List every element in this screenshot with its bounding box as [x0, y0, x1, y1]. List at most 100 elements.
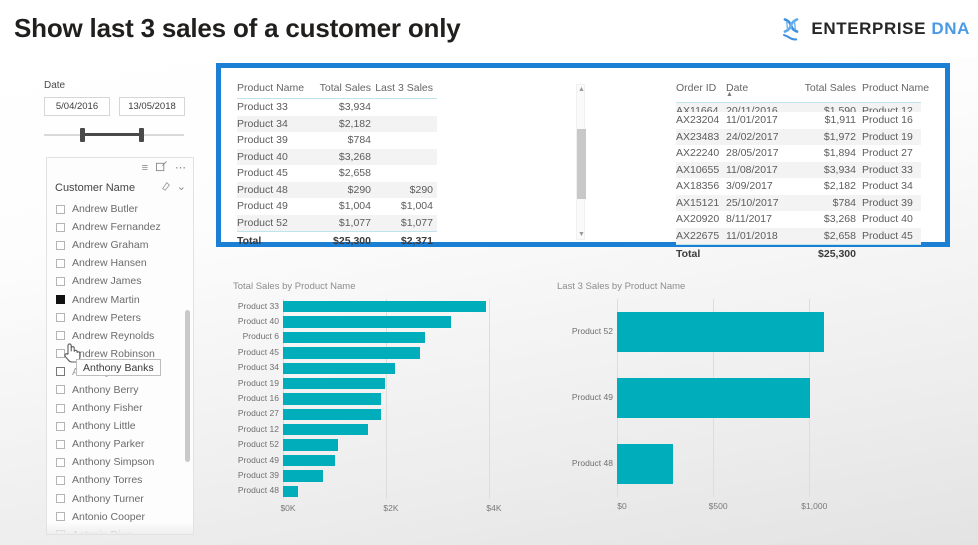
cell-product-name: Product 19 [862, 130, 913, 143]
col-header-date[interactable]: Date ▲ [726, 82, 794, 98]
table-row[interactable]: AX20920 8/11/2017 $3,268 Product 40 [676, 211, 921, 228]
checkbox-icon[interactable] [56, 421, 65, 431]
chart-bar[interactable] [283, 377, 385, 390]
date-slicer[interactable]: Date 5/04/2016 13/05/2018 [44, 80, 194, 142]
slicer-item-anthony-fisher[interactable]: Anthony Fisher [47, 399, 193, 417]
chart-last-3-sales-by-product[interactable]: Last 3 Sales by Product Name Product 52 P… [557, 281, 957, 531]
checkbox-icon[interactable] [56, 457, 65, 467]
table-row[interactable]: Product 34 $2,182 [237, 115, 437, 132]
slicer-item-andrew-martin[interactable]: Andrew Martin [47, 290, 193, 308]
table-product-sales[interactable]: Product Name Total Sales Last 3 Sales Pr… [237, 82, 437, 249]
col-header-total-sales[interactable]: Total Sales [794, 82, 856, 98]
table-row[interactable]: Product 39 $784 [237, 132, 437, 149]
cell-order-id: AX22240 [676, 147, 720, 159]
slicer-item-andrew-fernandez[interactable]: Andrew Fernandez [47, 218, 193, 236]
chart-bar[interactable] [283, 301, 486, 313]
slicer-item-andrew-graham[interactable]: Andrew Graham [47, 236, 193, 254]
chart-bar[interactable] [283, 454, 335, 467]
cell-date: 24/02/2017 [726, 130, 779, 143]
checkbox-icon[interactable] [56, 240, 65, 250]
slicer-item-anthony-berry[interactable]: Anthony Berry [47, 381, 193, 399]
slicer-item-anthony-little[interactable]: Anthony Little [47, 417, 193, 435]
slicer-item-andrew-peters[interactable]: Andrew Peters [47, 309, 193, 327]
chart-bar[interactable] [283, 485, 298, 497]
table-row[interactable]: AX18356 3/09/2017 $2,182 Product 34 [676, 178, 921, 195]
slicer-item-andrew-butler[interactable]: Andrew Butler [47, 200, 193, 218]
slicer-scrollbar-thumb[interactable] [185, 310, 190, 462]
table-row-clipped[interactable]: AX11664 20/11/2016 $1,590 Product 12 [676, 103, 921, 112]
chart-bar[interactable] [283, 424, 368, 436]
date-start-input[interactable]: 5/04/2016 [44, 97, 110, 116]
chart-bar[interactable] [283, 470, 324, 482]
focus-mode-icon[interactable] [156, 161, 167, 175]
checkbox-icon[interactable] [56, 512, 65, 522]
checkbox-icon[interactable] [56, 204, 65, 214]
checkbox-icon[interactable] [56, 367, 65, 377]
table-row[interactable]: Product 45 $2,658 [237, 165, 437, 182]
chart-bar[interactable] [283, 393, 382, 405]
checkbox-icon[interactable] [56, 494, 65, 504]
more-options-icon[interactable]: ⋯ [175, 162, 186, 174]
slicer-item-andrew-james[interactable]: Andrew James [47, 272, 193, 290]
checkbox-icon[interactable] [56, 475, 65, 485]
table-order-detail[interactable]: Order ID Date ▲ Total Sales Product Name… [676, 82, 929, 262]
hamburger-icon[interactable]: ≡ [142, 162, 148, 174]
chart-bar[interactable] [283, 347, 420, 359]
checkbox-icon[interactable] [56, 439, 65, 449]
cell-order-id: AX10655 [676, 163, 720, 176]
date-range-slider[interactable] [44, 128, 194, 142]
table-row[interactable]: Product 49 $1,004 $1,004 [237, 198, 437, 215]
slider-handle-start[interactable] [80, 128, 85, 142]
scroll-down-arrow-icon[interactable]: ▼ [577, 230, 586, 239]
checkbox-icon[interactable] [56, 258, 65, 268]
checkbox-icon[interactable] [56, 313, 65, 323]
cell-order-id: AX23204 [676, 114, 720, 126]
chart-bar[interactable] [283, 316, 452, 328]
slicer-item-anthony-parker[interactable]: Anthony Parker [47, 435, 193, 453]
col-header-last-3-sales[interactable]: Last 3 Sales [371, 82, 433, 94]
table-body: Product 33 $3,934 Product 34 $2,182 Product … [237, 99, 437, 231]
checkbox-icon[interactable] [56, 276, 65, 286]
checkbox-icon[interactable] [56, 222, 65, 232]
checkbox-icon[interactable] [56, 295, 65, 305]
table-row[interactable]: Product 48 $290 $290 [237, 181, 437, 198]
checkbox-icon[interactable] [56, 385, 65, 395]
slicer-item-anthony-torres[interactable]: Anthony Torres [47, 471, 193, 489]
slicer-item-andrew-hansen[interactable]: Andrew Hansen [47, 254, 193, 272]
slicer-item-anthony-simpson[interactable]: Anthony Simpson [47, 453, 193, 471]
chart-total-sales-by-product[interactable]: Total Sales by Product Name Product 33 Pr… [233, 281, 533, 526]
cell-total-sales: $1,077 [338, 216, 371, 229]
scroll-up-arrow-icon[interactable]: ▲ [577, 85, 586, 94]
checkbox-icon[interactable] [56, 403, 65, 413]
date-end-input[interactable]: 13/05/2018 [119, 97, 185, 116]
chevron-down-icon[interactable]: ⌄ [177, 182, 186, 193]
cell-total-sales: $2,658 [338, 167, 371, 179]
chart-bar[interactable] [283, 362, 396, 374]
col-header-product-name[interactable]: Product Name [856, 82, 929, 98]
slider-handle-end[interactable] [139, 128, 144, 142]
col-header-order-id[interactable]: Order ID [676, 82, 726, 98]
table-row[interactable]: Product 52 $1,077 $1,077 [237, 214, 437, 231]
chart-title: Total Sales by Product Name [233, 281, 356, 292]
chart-bar[interactable] [617, 443, 673, 485]
col-header-total-sales[interactable]: Total Sales [311, 82, 371, 94]
slicer-item-anthony-turner[interactable]: Anthony Turner [47, 490, 193, 508]
table-row[interactable]: Product 33 $3,934 [237, 99, 437, 116]
checkbox-icon[interactable] [56, 331, 65, 341]
table-row[interactable]: AX15121 25/10/2017 $784 Product 39 [676, 194, 921, 211]
col-header-product-name[interactable]: Product Name [237, 82, 311, 94]
table-row[interactable]: AX23204 11/01/2017 $1,911 Product 16 [676, 112, 921, 129]
scrollbar-thumb[interactable] [577, 129, 586, 199]
table-row[interactable]: Product 40 $3,268 [237, 148, 437, 165]
table-scrollbar[interactable]: ▲ ▼ [576, 84, 586, 240]
table-row[interactable]: AX10655 11/08/2017 $3,934 Product 33 [676, 161, 921, 178]
table-row[interactable]: AX22240 28/05/2017 $1,894 Product 27 [676, 145, 921, 162]
chart-bar[interactable] [283, 331, 425, 344]
chart-bar[interactable] [283, 408, 381, 421]
chart-bar[interactable] [283, 439, 339, 451]
table-row[interactable]: AX23483 24/02/2017 $1,972 Product 19 [676, 128, 921, 145]
table-row[interactable]: AX22675 11/01/2018 $2,658 Product 45 [676, 227, 921, 244]
chart-bar[interactable] [617, 377, 811, 419]
chart-bar[interactable] [617, 311, 825, 353]
eraser-icon[interactable] [161, 181, 171, 194]
